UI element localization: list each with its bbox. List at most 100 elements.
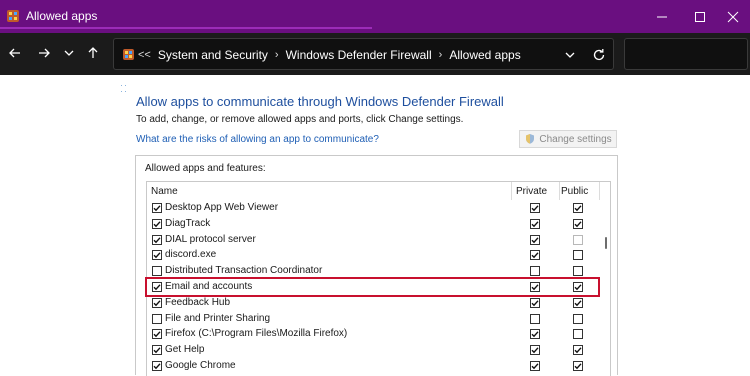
app-name: discord.exe	[165, 249, 217, 261]
allowed-apps-list: Name Private Public Desktop App Web View…	[145, 181, 611, 376]
private-checkbox[interactable]	[530, 218, 540, 229]
list-item[interactable]: discord.exe	[147, 247, 598, 263]
column-header-name[interactable]: Name	[151, 182, 511, 200]
column-header-public[interactable]: Public	[561, 182, 599, 200]
app-enabled-checkbox[interactable]	[152, 313, 162, 324]
forward-button[interactable]	[33, 42, 55, 64]
private-checkbox[interactable]	[530, 361, 540, 371]
app-name: File and Printer Sharing	[165, 312, 271, 324]
public-checkbox[interactable]	[573, 282, 583, 292]
private-checkbox[interactable]	[530, 250, 540, 261]
public-checkbox[interactable]	[573, 203, 583, 213]
app-name: Email and accounts	[165, 281, 253, 292]
address-dropdown-button[interactable]	[562, 47, 578, 63]
back-arrow-icon	[9, 48, 20, 58]
private-checkbox[interactable]	[530, 282, 540, 292]
back-button[interactable]	[4, 42, 26, 64]
list-item[interactable]: Get Help	[147, 342, 598, 358]
app-enabled-checkbox[interactable]	[152, 234, 162, 245]
public-checkbox[interactable]	[573, 329, 583, 340]
breadcrumb-allowed-apps[interactable]: Allowed apps	[449, 48, 520, 62]
app-enabled-checkbox[interactable]	[152, 203, 162, 213]
recent-locations-button[interactable]	[58, 42, 80, 64]
app-name: DiagTrack	[165, 217, 211, 229]
close-icon	[727, 11, 739, 22]
allowed-apps-panel: Allowed apps and features: Name Private …	[135, 155, 618, 376]
app-enabled-checkbox[interactable]	[152, 250, 162, 261]
change-settings-label: Change settings	[539, 133, 612, 145]
private-checkbox[interactable]	[530, 297, 540, 308]
list-item[interactable]: DiagTrack	[147, 216, 598, 232]
list-scrollbar[interactable]	[602, 200, 610, 375]
breadcrumb-separator-icon[interactable]: ›	[275, 49, 279, 61]
breadcrumb-windows-defender-firewall[interactable]: Windows Defender Firewall	[286, 48, 432, 62]
list-item[interactable]: Desktop App Web Viewer	[147, 200, 598, 216]
public-checkbox[interactable]	[573, 234, 583, 245]
private-checkbox[interactable]	[530, 329, 540, 340]
app-enabled-checkbox[interactable]	[152, 329, 162, 340]
column-divider	[599, 182, 600, 200]
list-item[interactable]: File and Printer Sharing	[147, 311, 598, 327]
private-checkbox[interactable]	[530, 313, 540, 324]
public-checkbox[interactable]	[573, 361, 583, 371]
up-button[interactable]	[82, 42, 104, 64]
column-divider[interactable]	[511, 182, 512, 200]
public-checkbox[interactable]	[573, 250, 583, 261]
change-settings-button[interactable]: Change settings	[519, 130, 617, 148]
app-enabled-checkbox[interactable]	[152, 266, 162, 277]
public-checkbox[interactable]	[573, 345, 583, 356]
title-underline-decoration	[0, 27, 372, 29]
app-name: Google Chrome	[165, 360, 236, 371]
column-divider[interactable]	[559, 182, 560, 200]
public-checkbox[interactable]	[573, 218, 583, 229]
address-field[interactable]: << System and Security › Windows Defende…	[113, 38, 614, 70]
page-title: Allow apps to communicate through Window…	[136, 94, 504, 109]
app-enabled-checkbox[interactable]	[152, 297, 162, 308]
breadcrumb-separator-icon[interactable]: ›	[439, 49, 443, 61]
list-item[interactable]: Email and accounts	[145, 277, 600, 297]
chevron-down-icon	[565, 52, 575, 58]
app-name: DIAL protocol server	[165, 233, 256, 245]
list-item[interactable]: Firefox (C:\Program Files\Mozilla Firefo…	[147, 326, 598, 342]
risks-link[interactable]: What are the risks of allowing an app to…	[136, 134, 379, 145]
title-bar: Allowed apps	[0, 0, 750, 33]
minimize-icon	[657, 16, 667, 17]
private-checkbox[interactable]	[530, 203, 540, 213]
private-checkbox[interactable]	[530, 345, 540, 356]
list-item[interactable]: Distributed Transaction Coordinator	[147, 263, 598, 279]
public-checkbox[interactable]	[573, 297, 583, 308]
app-enabled-checkbox[interactable]	[152, 282, 162, 292]
app-enabled-checkbox[interactable]	[152, 218, 162, 229]
shield-icon	[526, 134, 535, 144]
app-enabled-checkbox[interactable]	[152, 345, 162, 356]
private-checkbox[interactable]	[530, 234, 540, 245]
list-item[interactable]: Feedback Hub	[147, 295, 598, 311]
scrollbar-thumb[interactable]	[605, 237, 607, 249]
window-title: Allowed apps	[26, 9, 98, 23]
list-item[interactable]: Google Chrome	[147, 358, 598, 374]
breadcrumb-system-and-security[interactable]: System and Security	[158, 48, 268, 62]
breadcrumb: << System and Security › Windows Defende…	[138, 48, 521, 62]
chevron-down-icon	[64, 50, 74, 56]
control-panel-icon	[122, 48, 135, 61]
list-item[interactable]: DIAL protocol server	[147, 232, 598, 248]
public-checkbox[interactable]	[573, 313, 583, 324]
app-name: Feedback Hub	[165, 296, 231, 308]
maximize-icon	[695, 11, 705, 22]
main-content: ·· ·· Allow apps to communicate through W…	[0, 75, 750, 376]
navigation-bar: << System and Security › Windows Defende…	[0, 33, 750, 91]
app-enabled-checkbox[interactable]	[152, 361, 162, 371]
column-header-private[interactable]: Private	[516, 182, 556, 200]
breadcrumb-overflow[interactable]: <<	[138, 49, 151, 61]
app-name: Get Help	[165, 344, 205, 356]
refresh-icon	[593, 49, 605, 61]
public-checkbox[interactable]	[573, 266, 583, 277]
allowed-apps-label: Allowed apps and features:	[145, 163, 266, 174]
search-input[interactable]	[624, 38, 748, 70]
app-name: Distributed Transaction Coordinator	[165, 265, 323, 277]
private-checkbox[interactable]	[530, 266, 540, 277]
app-name: Desktop App Web Viewer	[165, 202, 279, 213]
decorative-dots: ·· ··	[120, 80, 128, 96]
refresh-button[interactable]	[590, 46, 608, 64]
close-button[interactable]	[716, 0, 750, 33]
